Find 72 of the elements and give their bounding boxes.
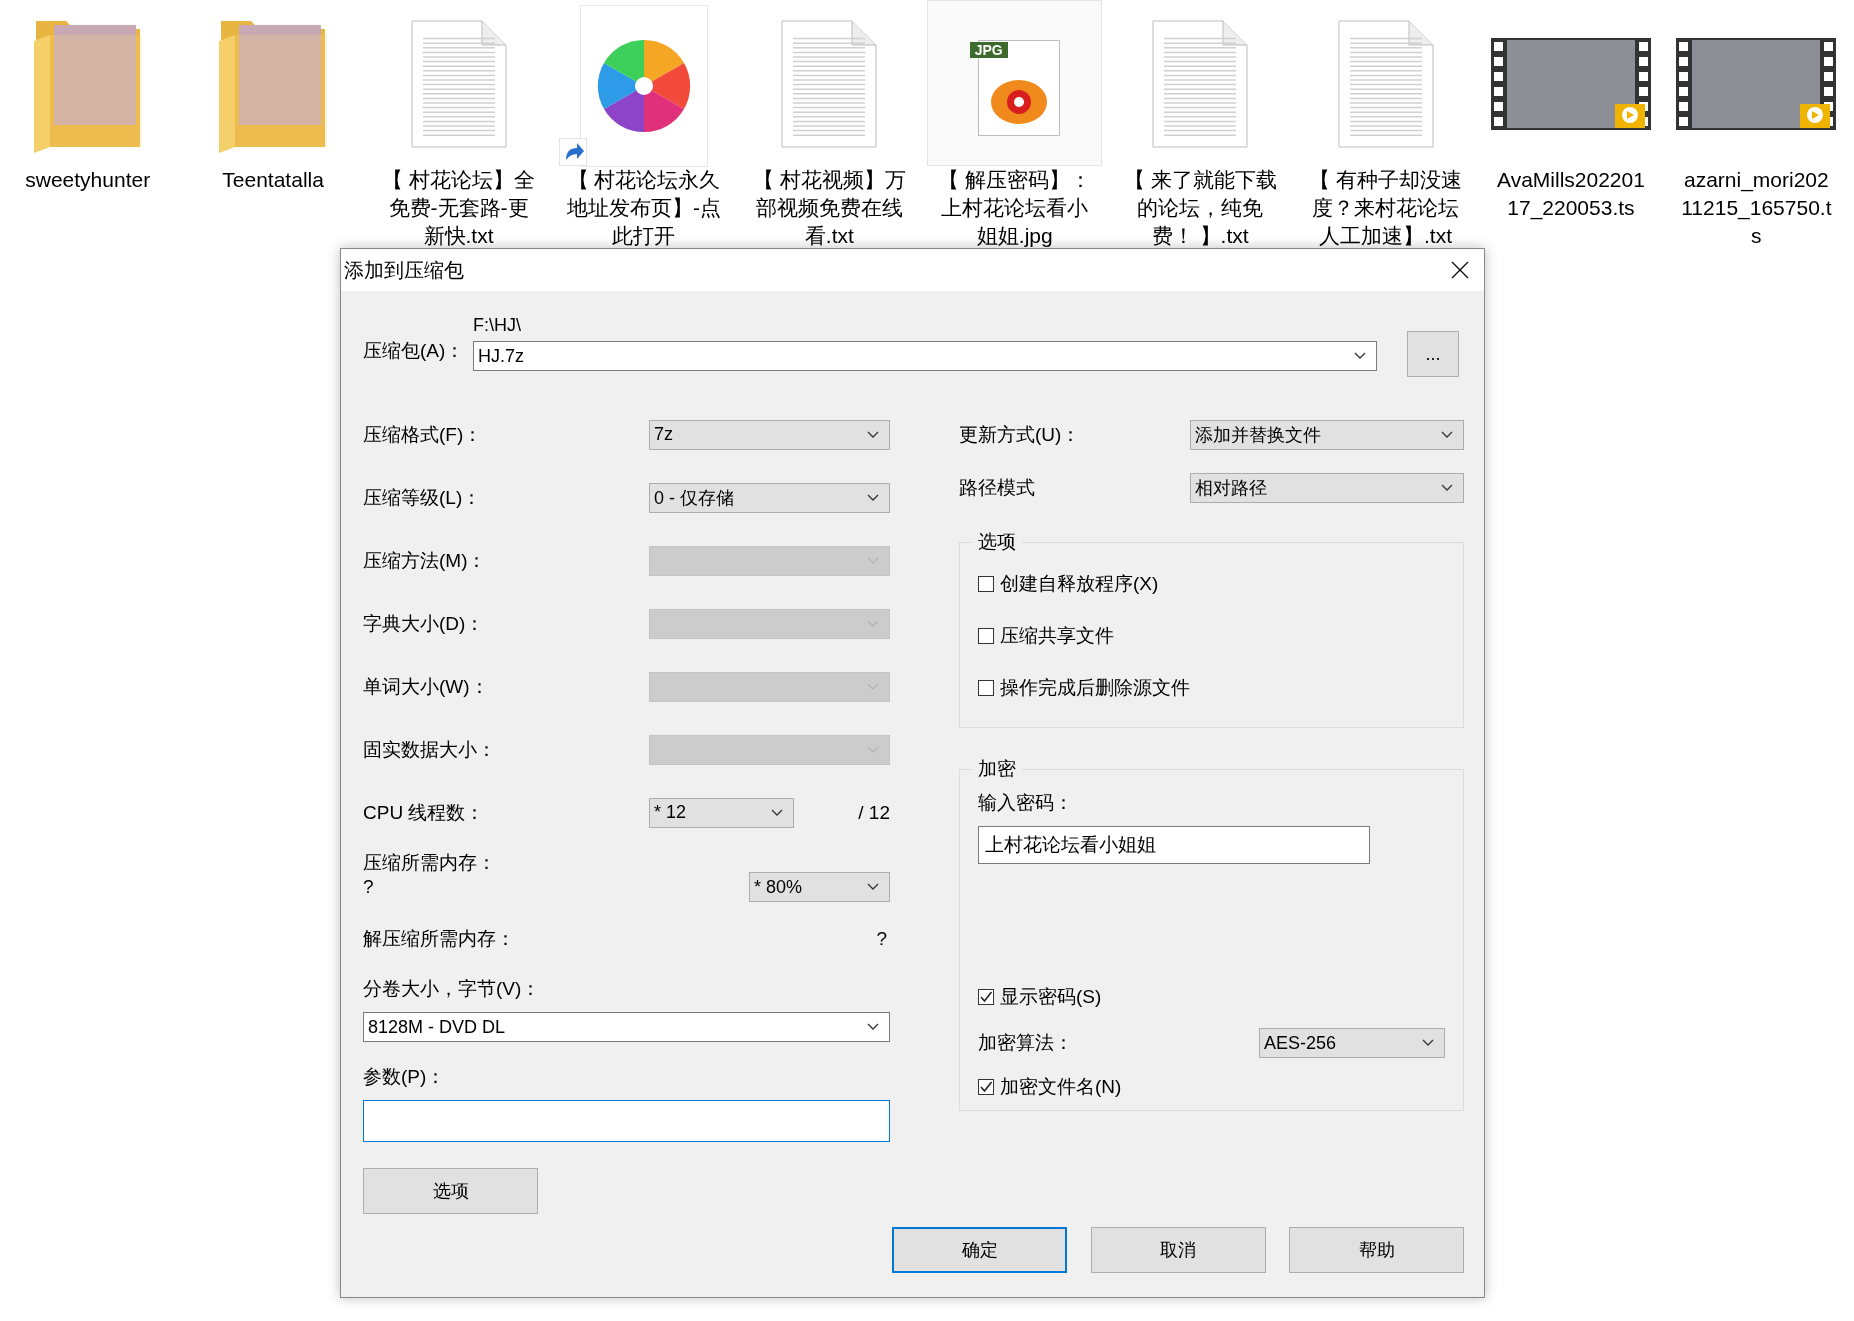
password-input[interactable]: 上村花论坛看小姐姐	[978, 826, 1370, 864]
field-label: 分卷大小，字节(V)：	[363, 977, 542, 1001]
field-label: 压缩格式(F)：	[363, 422, 484, 447]
checkbox-label[interactable]: 压缩共享文件	[1000, 623, 1114, 649]
chevron-down-icon[interactable]	[867, 883, 879, 891]
dropdown[interactable]: AES-256	[1259, 1028, 1445, 1058]
archive-path: F:\HJ\	[473, 314, 522, 337]
dropdown[interactable]: * 12	[649, 797, 794, 828]
checkbox[interactable]	[978, 680, 994, 696]
field-label: 单词大小(W)：	[363, 674, 490, 699]
options-button[interactable]: 选项	[363, 1168, 538, 1214]
field-label: 压缩方法(M)：	[363, 548, 488, 573]
field-label: 压缩等级(L)：	[363, 485, 483, 510]
checkbox[interactable]	[978, 989, 994, 1005]
file-name[interactable]: azarni_mori20211215_165750.ts	[1679, 166, 1834, 250]
file-name[interactable]: 【 村花论坛永久地址发布页】-点此打开	[566, 166, 721, 250]
dialog-button[interactable]: 确定	[892, 1227, 1067, 1273]
video-thumbnail-icon[interactable]	[1490, 37, 1651, 130]
chevron-down-icon[interactable]	[771, 808, 783, 817]
dropdown[interactable]: * 80%	[749, 872, 890, 902]
thread-total: / 12	[858, 801, 890, 824]
chevron-down-icon[interactable]	[1441, 430, 1453, 439]
checkbox[interactable]	[978, 628, 994, 644]
chevron-down-icon[interactable]	[1422, 1039, 1434, 1047]
field-label: 解压缩所需内存：	[363, 927, 516, 951]
file-name[interactable]: 【 村花论坛】全免费-无套路-更新快.txt	[381, 166, 536, 250]
volume-size-combo[interactable]: 8128M - DVD DL	[363, 1012, 890, 1042]
dropdown[interactable]: 添加并替换文件	[1190, 419, 1464, 450]
archive-name-combo[interactable]: HJ.7z	[473, 341, 1377, 371]
file-name[interactable]: sweetyhunter	[10, 166, 165, 194]
chevron-down-icon[interactable]	[1441, 483, 1453, 492]
window-title: 添加到压缩包	[344, 257, 464, 283]
file-name[interactable]: AvaMills20220117_220053.ts	[1493, 166, 1648, 222]
checkbox[interactable]	[978, 1079, 994, 1095]
field-label: 压缩所需内存：	[363, 851, 497, 875]
dropdown[interactable]: 7z	[649, 419, 890, 450]
dialog-button[interactable]: 取消	[1090, 1227, 1266, 1273]
file-name[interactable]: 【 来了就能下载的论坛，纯免费！ 】.txt	[1123, 166, 1278, 250]
close-icon[interactable]	[1451, 261, 1469, 279]
file-name[interactable]: Teentatalla	[196, 166, 351, 194]
chevron-down-icon[interactable]	[1354, 352, 1366, 360]
dropdown[interactable]: 相对路径	[1190, 472, 1464, 503]
checkbox[interactable]	[978, 576, 994, 592]
field-label: 更新方式(U)：	[959, 422, 1081, 447]
chevron-down-icon[interactable]	[867, 493, 879, 502]
memory-value: ?	[876, 928, 887, 950]
field-label: 输入密码：	[978, 791, 1074, 815]
browse-button[interactable]: ...	[1407, 331, 1459, 377]
checkbox-label[interactable]: 加密文件名(N)	[1000, 1074, 1122, 1100]
dialog-button[interactable]: 帮助	[1289, 1227, 1464, 1273]
video-thumbnail-icon[interactable]	[1676, 37, 1837, 130]
image-file-icon[interactable]	[977, 39, 1060, 136]
field-label: 压缩包(A)：	[363, 339, 466, 363]
file-type-badge: JPG	[969, 41, 1008, 58]
group-title: 加密	[977, 757, 1017, 781]
field-label: CPU 线程数：	[363, 800, 486, 825]
checkbox-label[interactable]: 显示密码(S)	[1000, 984, 1102, 1010]
checkbox-label[interactable]: 操作完成后删除源文件	[1000, 675, 1190, 701]
chevron-down-icon[interactable]	[867, 1023, 879, 1031]
field-label: 加密算法：	[978, 1031, 1073, 1055]
field-label: 字典大小(D)：	[363, 611, 486, 636]
parameters-input[interactable]	[363, 1100, 890, 1142]
dropdown[interactable]: 0 - 仅存储	[649, 482, 890, 513]
file-name[interactable]: 【 有种子却没速度？来村花论坛人工加速】.txt	[1308, 166, 1463, 250]
chevron-down-icon[interactable]	[867, 430, 879, 439]
checkbox-label[interactable]: 创建自释放程序(X)	[1000, 571, 1159, 597]
file-name[interactable]: 【 村花视频】万部视频免费在线看.txt	[752, 166, 907, 250]
group-title: 选项	[977, 530, 1017, 554]
memory-value: ?	[363, 876, 375, 898]
field-label: 固实数据大小：	[363, 737, 497, 762]
field-label: 参数(P)：	[363, 1065, 447, 1089]
field-label: 路径模式	[959, 475, 1035, 500]
